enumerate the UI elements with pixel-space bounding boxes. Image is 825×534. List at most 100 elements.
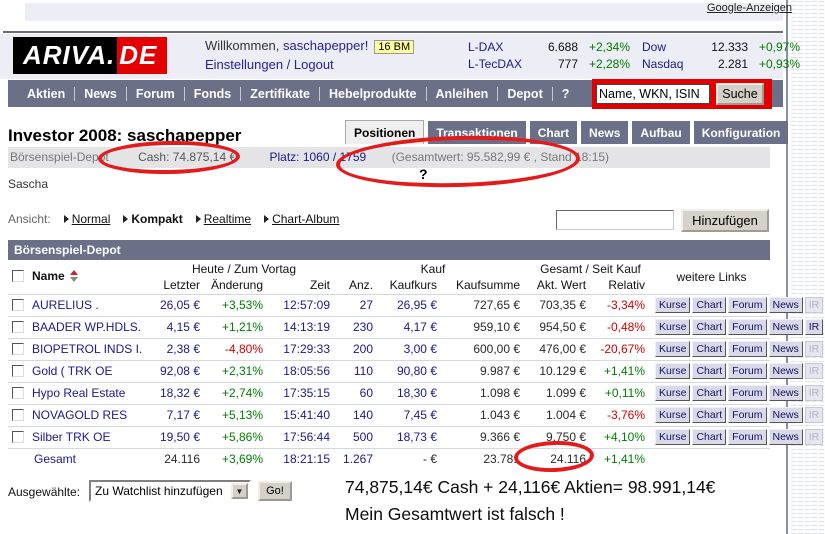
tab-aufbau[interactable]: Aufbau [632,121,689,144]
quote-dow-change: +0,97% [748,39,800,56]
tab-konfiguration[interactable]: Konfiguration [694,121,789,144]
select-all-checkbox[interactable] [12,270,24,282]
go-button[interactable]: Go! [258,481,292,501]
ariva-logo[interactable]: ARIVA.DE [13,37,167,74]
nav-item-hebelprodukte[interactable]: Hebelprodukte [319,87,426,101]
stock-name-link[interactable]: NOVAGOLD RES [32,408,127,422]
news-button[interactable]: News [769,407,803,423]
table-row: AURELIUS . 26,05 € +3,53% 12:57:09 27 26… [8,294,770,316]
search-input[interactable] [596,84,710,104]
row-checkbox[interactable] [12,299,24,311]
forum-button[interactable]: Forum [728,297,766,313]
google-ads-link[interactable]: Google-Anzeigen [707,2,792,14]
row-checkbox[interactable] [12,387,24,399]
forum-button[interactable]: Forum [728,341,766,357]
ariva-depot-page: Google-Anzeigen ARIVA.DE Willkommen, sas… [0,0,825,534]
search-button[interactable]: Suche [716,83,764,105]
nav-item-anleihen[interactable]: Anleihen [426,87,498,101]
row-checkbox[interactable] [12,409,24,421]
forum-button[interactable]: Forum [728,319,766,335]
chart-button[interactable]: Chart [692,363,726,379]
news-button[interactable]: News [769,297,803,313]
group-header-gesamt: Gesamt / Seit Kauf [528,260,653,277]
table-caption-bar: Börsenspiel-Depot [8,240,770,260]
nav-item-news[interactable]: News [74,87,126,101]
bm-badge[interactable]: 16 BM [374,40,414,54]
quote-nasdaq-label[interactable]: Nasdaq [642,56,700,73]
nav-item-fonds[interactable]: Fonds [184,87,241,101]
stock-name-link[interactable]: BIOPETROL INDS I. [32,342,142,356]
note-line-1: 74,875,14€ Cash + 24,116€ Aktien= 98.991… [345,474,715,501]
name-header-label: Name [32,269,65,283]
settings-logout-link[interactable]: Einstellungen / Logout [205,57,334,72]
page-edge-line [786,0,788,534]
tab-positionen[interactable]: Positionen [345,120,424,144]
platz-link[interactable]: Platz: 1060 / 1759 [269,150,366,164]
row-checkbox[interactable] [12,343,24,355]
news-button[interactable]: News [769,385,803,401]
depot-tabs: Positionen Transaktionen Chart News Aufb… [345,120,788,144]
forum-button[interactable]: Forum [728,385,766,401]
tab-transaktionen[interactable]: Transaktionen [428,121,525,144]
kurse-button[interactable]: Kurse [655,385,690,401]
kurse-button[interactable]: Kurse [655,429,690,445]
chart-button[interactable]: Chart [692,429,726,445]
stock-name-link[interactable]: Hypo Real Estate [32,386,125,400]
news-button[interactable]: News [769,319,803,335]
quote-dow-label[interactable]: Dow [642,39,700,56]
forum-button[interactable]: Forum [728,407,766,423]
view-link-normal[interactable]: Normal [64,212,111,226]
nav-item-help[interactable]: ? [552,87,579,101]
view-link-realtime[interactable]: Realtime [196,212,251,226]
kurse-button[interactable]: Kurse [655,363,690,379]
nav-item-forum[interactable]: Forum [126,87,184,101]
stock-name-link[interactable]: AURELIUS . [32,298,99,312]
chart-button[interactable]: Chart [692,385,726,401]
col-header-relativ: Relativ [594,277,653,294]
add-position-input[interactable] [556,210,674,230]
kurse-button[interactable]: Kurse [655,407,690,423]
chart-button[interactable]: Chart [692,297,726,313]
news-button[interactable]: News [769,429,803,445]
nav-item-zertifikate[interactable]: Zertifikate [240,87,319,101]
ir-button[interactable]: IR [805,319,824,335]
stock-name-link[interactable]: Gold ( TRK OE [32,364,112,378]
kurse-button[interactable]: Kurse [655,341,690,357]
stock-name-link[interactable]: BAADER WP.HDLS. [32,320,141,334]
chart-button[interactable]: Chart [692,319,726,335]
col-header-aktwert: Akt. Wert [528,277,594,294]
row-checkbox[interactable] [12,431,24,443]
ir-button: IR [805,429,824,445]
username-link[interactable]: saschapepper! [283,38,368,53]
dropdown-arrow-icon[interactable]: ▼ [231,483,248,499]
chart-button[interactable]: Chart [692,407,726,423]
forum-button[interactable]: Forum [728,429,766,445]
kurse-button[interactable]: Kurse [655,319,690,335]
tab-chart[interactable]: Chart [530,121,577,144]
quote-ldax-value: 6.688 [532,39,578,56]
row-checkbox[interactable] [12,321,24,333]
market-quotes: L-DAX 6.688 +2,34% Dow 12.333 +0,97% L-T… [468,39,800,73]
user-greeting: Willkommen, saschapepper!16 BM Einstellu… [205,38,414,72]
logo-text-black: ARIVA. [13,37,117,74]
sort-control[interactable] [70,270,78,282]
col-header-kaufkurs: Kaufkurs [381,277,445,294]
view-link-kompakt[interactable]: Kompakt [123,212,182,226]
table-row: Silber TRK OE 19,50 € +5,86% 17:56:44 50… [8,426,770,448]
stock-name-link[interactable]: Silber TRK OE [32,430,110,444]
news-button[interactable]: News [769,363,803,379]
nav-item-aktien[interactable]: Aktien [18,87,74,101]
nav-item-depot[interactable]: Depot [497,87,551,101]
watchlist-action-select[interactable]: Zu Watchlist hinzufügen ▼ [89,480,251,502]
tab-news[interactable]: News [581,121,628,144]
view-link-chart-album[interactable]: Chart-Album [264,212,339,226]
kurse-button[interactable]: Kurse [655,297,690,313]
add-position-button[interactable]: Hinzufügen [681,209,769,232]
row-checkbox[interactable] [12,365,24,377]
chart-button[interactable]: Chart [692,341,726,357]
total-akt-wert: 24.116 [528,448,594,470]
news-button[interactable]: News [769,341,803,357]
forum-button[interactable]: Forum [728,363,766,379]
quote-ltecdax-label[interactable]: L-TecDAX [468,56,532,73]
quote-ldax-label[interactable]: L-DAX [468,39,532,56]
